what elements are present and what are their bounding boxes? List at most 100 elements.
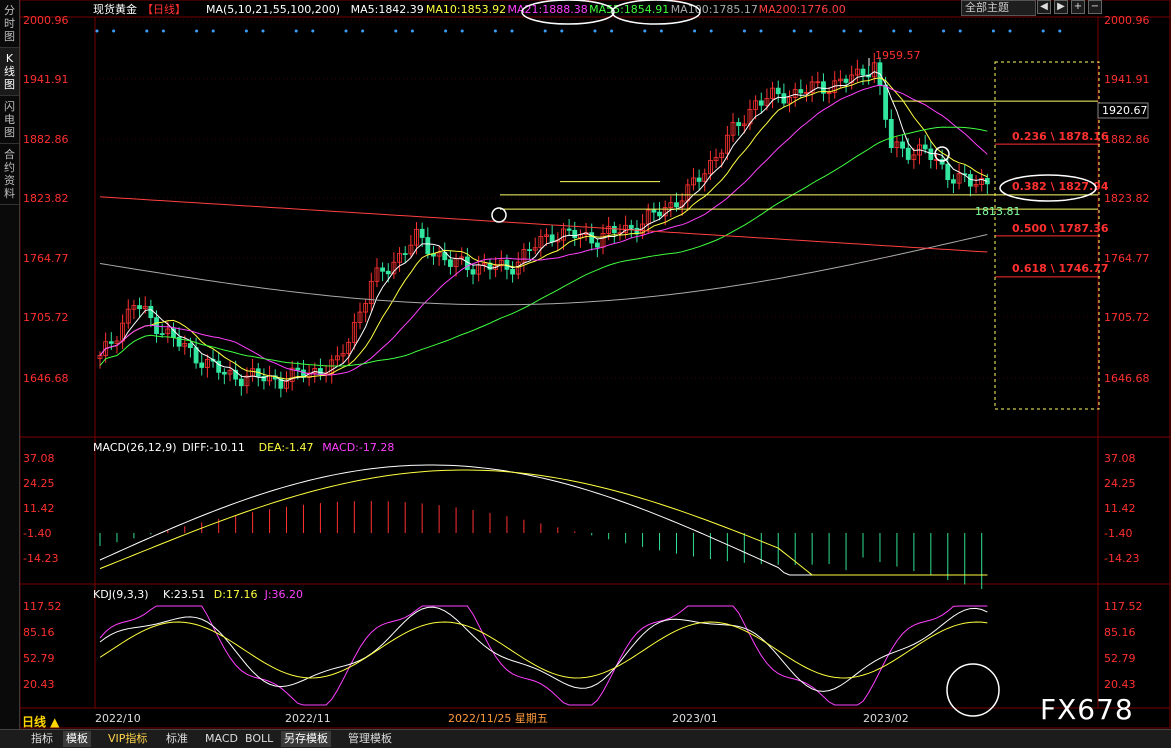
fib-label-0.618: 0.618 \ 1746.77 [1012, 262, 1109, 275]
candle-body [589, 232, 595, 244]
signal-dot [161, 29, 165, 33]
window-control-1[interactable]: ▶ [1054, 0, 1068, 14]
signal-dot [294, 29, 298, 33]
candle-body [385, 270, 391, 275]
candle-body [951, 179, 956, 184]
signal-dot [145, 29, 149, 33]
candle-body [674, 202, 679, 208]
period-label: 【日线】 [142, 2, 186, 16]
sidebar-tab-2[interactable]: 闪电图 [0, 96, 19, 144]
signal-dot [792, 29, 796, 33]
candle-body [193, 347, 199, 364]
ma200-line [99, 196, 988, 253]
ma-legend-item: MA5:1842.39 [351, 3, 424, 16]
candle-body [470, 269, 476, 275]
theme-button[interactable]: 全部主题 [961, 0, 1036, 16]
bottom-tab-6[interactable]: 另存模板 [281, 731, 331, 747]
candle-body [775, 87, 781, 95]
candle-body [905, 147, 911, 160]
candle-body [888, 118, 894, 149]
signal-dot [1041, 29, 1045, 33]
kdj-axis-label-left: 85.16 [23, 626, 55, 639]
candle-body [657, 211, 662, 217]
signal-dot [460, 29, 464, 33]
kdj-legend-item: K:23.51 [163, 588, 205, 601]
sidebar-tab-0[interactable]: 分时图 [0, 0, 19, 48]
signal-dot [1008, 29, 1012, 33]
candle-body [238, 378, 244, 387]
fib-label-0.500: 0.500 \ 1787.36 [1012, 222, 1109, 235]
level-tag: 1920.67 [1102, 104, 1148, 117]
window-control-0[interactable]: ◀ [1037, 0, 1051, 14]
price-axis-label-left: 1941.91 [23, 73, 69, 86]
sidebar: 分时图K线图闪电图合约资料 [0, 0, 20, 729]
candle-body [188, 343, 193, 349]
macd-axis-label-left: -1.40 [23, 527, 51, 540]
signal-dot [95, 29, 99, 33]
period-button[interactable]: 日线 ▲ [22, 713, 59, 730]
high-price-label: 1959.57 [875, 49, 921, 62]
candle-body [798, 89, 804, 94]
bottom-tab-3[interactable]: 标准 [163, 731, 191, 747]
macd-axis-label-right: -14.23 [1104, 552, 1139, 565]
window-control-2[interactable]: + [1071, 0, 1085, 14]
bottom-tab-2[interactable]: VIP指标 [105, 731, 150, 747]
price-axis-label-right: 1705.72 [1104, 311, 1150, 324]
signal-dot [610, 29, 614, 33]
price-axis-label-right: 2000.96 [1104, 14, 1150, 27]
bottom-tab-0[interactable]: 指标 [28, 731, 56, 747]
kdj-axis-label-right: 52.79 [1104, 652, 1136, 665]
sidebar-tab-3[interactable]: 合约资料 [0, 144, 19, 205]
window-control-3[interactable]: − [1088, 0, 1102, 14]
candle-body [419, 228, 425, 238]
signal-dot [261, 29, 265, 33]
chart-canvas[interactable]: 现货黄金 【日线】 MA(5,10,21,55,100,200) MA5:1842.3… [20, 0, 1171, 729]
signal-dot [991, 29, 995, 33]
kdj-k-line [99, 606, 988, 692]
signal-dot [211, 29, 215, 33]
macd-legend-item: MACD:-17.28 [322, 441, 394, 454]
macd-legend-item: DIFF:-10.11 [182, 441, 245, 454]
kdj-legend-item: D:17.16 [214, 588, 258, 601]
macd-axis-label-left: 11.42 [23, 502, 55, 515]
sidebar-tab-1[interactable]: K线图 [0, 48, 19, 96]
macd-legend-item: MACD(26,12,9) [93, 441, 177, 454]
candle-body [425, 237, 431, 255]
ma-legend-item: MA10:1853.92 [426, 3, 506, 16]
candle-body [148, 305, 154, 319]
bottom-tab-4[interactable]: MACD [202, 731, 241, 747]
signal-dot [759, 29, 763, 33]
macd-axis-label-right: 24.25 [1104, 477, 1136, 490]
candle-body [295, 367, 301, 371]
candles [97, 53, 990, 398]
signal-dot [859, 29, 863, 33]
candle-body [572, 229, 578, 239]
price-axis-label-right: 1941.91 [1104, 73, 1150, 86]
candle-body [510, 268, 515, 275]
kdj-legend-item: KDJ(9,3,3) [93, 588, 149, 601]
signal-dot [444, 29, 448, 33]
kdj-j-line [99, 605, 988, 706]
kdj-axis-label-left: 117.52 [23, 600, 62, 613]
candle-body [651, 209, 657, 213]
macd-axis-label-right: -1.40 [1104, 527, 1132, 540]
ma-legend-item: MA100:1785.17 [671, 3, 758, 16]
ma-legend-item: MA200:1776.00 [759, 3, 846, 16]
bottom-tab-1[interactable]: 模板 [63, 731, 91, 747]
signal-dot [593, 29, 597, 33]
macd-axis-label-left: -14.23 [23, 552, 58, 565]
candle-body [843, 78, 849, 83]
signal-dot [958, 29, 962, 33]
signal-dot [908, 29, 912, 33]
macd-axis-label-right: 37.08 [1104, 452, 1136, 465]
bottom-tab-5[interactable]: BOLL [242, 731, 276, 747]
bottom-tab-7[interactable]: 管理模板 [345, 731, 395, 747]
price-axis-label-right: 1764.77 [1104, 252, 1150, 265]
date-axis-label: 2022/10 [95, 712, 141, 725]
candle-body [527, 249, 532, 252]
instrument-title: 现货黄金 [93, 2, 137, 16]
candle-body [928, 148, 934, 160]
candle-body [448, 259, 453, 267]
macd-axis-label-right: 11.42 [1104, 502, 1136, 515]
ma100-line [99, 233, 988, 306]
